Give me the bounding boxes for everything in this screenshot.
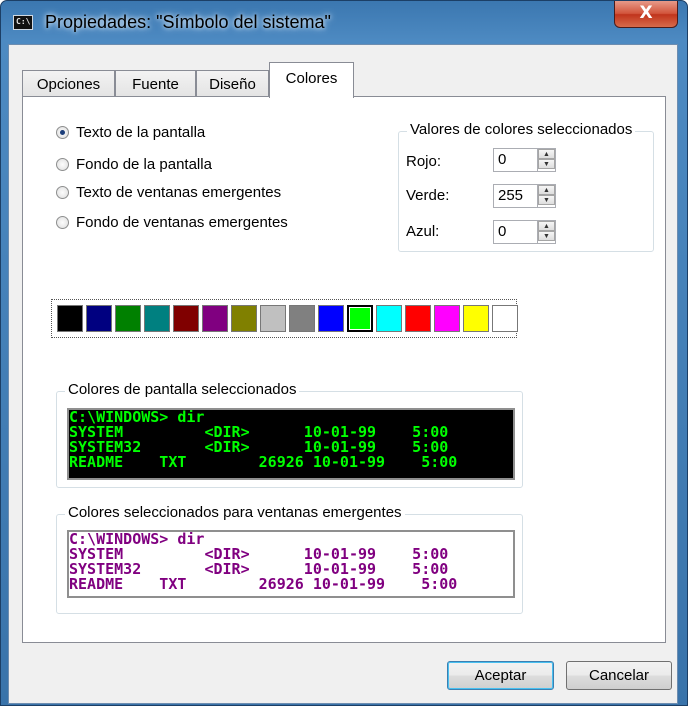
console-line: README TXT 26926 10-01-99 5:00: [69, 575, 458, 593]
cancel-button[interactable]: Cancelar: [566, 661, 672, 690]
color-swatch[interactable]: [463, 305, 489, 332]
spin-down-icon[interactable]: ▼: [538, 159, 555, 169]
radio-checked-indicator: [56, 126, 69, 139]
color-swatch[interactable]: [347, 305, 373, 332]
color-swatch[interactable]: [492, 305, 518, 332]
tab-diseno[interactable]: Diseño: [196, 70, 269, 97]
blue-updown: ▲ ▼: [537, 221, 555, 243]
green-value[interactable]: 255: [498, 187, 523, 204]
red-spinbox[interactable]: 0 ▲ ▼: [493, 148, 556, 172]
popup-colors-legend: Colores seleccionados para ventanas emer…: [65, 504, 405, 521]
ok-button[interactable]: Aceptar: [447, 661, 554, 690]
spin-up-icon[interactable]: ▲: [538, 221, 555, 231]
screen-colors-legend: Colores de pantalla seleccionados: [65, 381, 300, 398]
console-app-icon: C:\: [13, 15, 33, 30]
radio-indicator: [56, 186, 69, 199]
radio-label: Fondo de ventanas emergentes: [76, 214, 288, 231]
close-button[interactable]: X: [614, 1, 678, 28]
color-values-legend: Valores de colores seleccionados: [407, 121, 636, 138]
color-swatch[interactable]: [231, 305, 257, 332]
tab-fuente[interactable]: Fuente: [115, 70, 196, 97]
radio-indicator: [56, 216, 69, 229]
green-label: Verde:: [406, 187, 450, 204]
blue-value[interactable]: 0: [498, 223, 506, 240]
red-updown: ▲ ▼: [537, 149, 555, 171]
popup-preview: C:\WINDOWS> dir SYSTEM <DIR> 10-01-99 5:0…: [67, 530, 515, 598]
spin-up-icon[interactable]: ▲: [538, 149, 555, 159]
title-bar[interactable]: C:\ Propiedades: "Símbolo del sistema": [1, 1, 687, 43]
color-palette: [51, 299, 518, 338]
blue-spinbox[interactable]: 0 ▲ ▼: [493, 220, 556, 244]
green-updown: ▲ ▼: [537, 185, 555, 207]
red-label: Rojo:: [406, 153, 442, 170]
color-swatch[interactable]: [405, 305, 431, 332]
console-line: README TXT 26926 10-01-99 5:00: [69, 453, 458, 471]
blue-label: Azul:: [406, 223, 440, 240]
color-swatch[interactable]: [434, 305, 460, 332]
color-swatch[interactable]: [115, 305, 141, 332]
spin-up-icon[interactable]: ▲: [538, 185, 555, 195]
screen-preview: C:\WINDOWS> dir SYSTEM <DIR> 10-01-99 5:0…: [67, 408, 515, 480]
color-swatch[interactable]: [144, 305, 170, 332]
tab-opciones[interactable]: Opciones: [22, 70, 115, 97]
radio-label: Texto de la pantalla: [76, 124, 206, 141]
radio-indicator: [56, 158, 69, 171]
color-swatch[interactable]: [173, 305, 199, 332]
color-swatch[interactable]: [260, 305, 286, 332]
color-swatch[interactable]: [318, 305, 344, 332]
color-swatch[interactable]: [289, 305, 315, 332]
spin-down-icon[interactable]: ▼: [538, 231, 555, 241]
green-spinbox[interactable]: 255 ▲ ▼: [493, 184, 556, 208]
color-swatch[interactable]: [86, 305, 112, 332]
window-title: Propiedades: "Símbolo del sistema": [45, 12, 331, 32]
radio-label: Texto de ventanas emergentes: [76, 184, 282, 201]
color-swatch[interactable]: [376, 305, 402, 332]
spin-down-icon[interactable]: ▼: [538, 195, 555, 205]
color-swatch[interactable]: [202, 305, 228, 332]
tab-colores[interactable]: Colores: [269, 62, 354, 98]
color-swatch[interactable]: [57, 305, 83, 332]
radio-label: Fondo de la pantalla: [76, 156, 212, 173]
red-value[interactable]: 0: [498, 151, 506, 168]
